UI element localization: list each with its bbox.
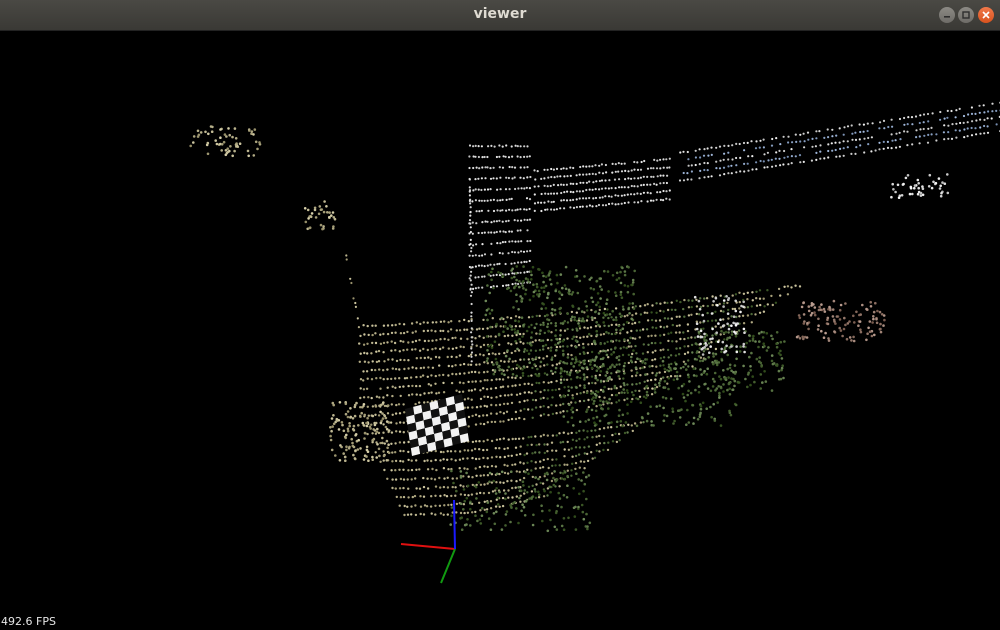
point-cloud-viewport[interactable]: 492.6 FPS — [0, 31, 1000, 630]
point-cloud-points — [189, 101, 1000, 533]
x-axis-line — [400, 543, 456, 550]
fps-counter: 492.6 FPS — [1, 615, 56, 628]
point-cloud[interactable] — [0, 31, 1000, 630]
close-button[interactable] — [978, 7, 994, 23]
window-title: viewer — [473, 6, 527, 22]
minimize-button[interactable] — [939, 7, 955, 23]
maximize-icon — [962, 11, 970, 19]
z-axis-line — [453, 499, 456, 550]
y-axis-line — [440, 548, 456, 584]
close-icon — [982, 11, 990, 19]
checkerboard-target — [405, 394, 469, 456]
viewer-window: viewer 492.6 FPS — [0, 0, 1000, 630]
coordinate-axes — [400, 499, 456, 584]
minimize-icon — [944, 16, 950, 18]
title-bar[interactable]: viewer — [0, 0, 1000, 31]
maximize-button[interactable] — [958, 7, 974, 23]
